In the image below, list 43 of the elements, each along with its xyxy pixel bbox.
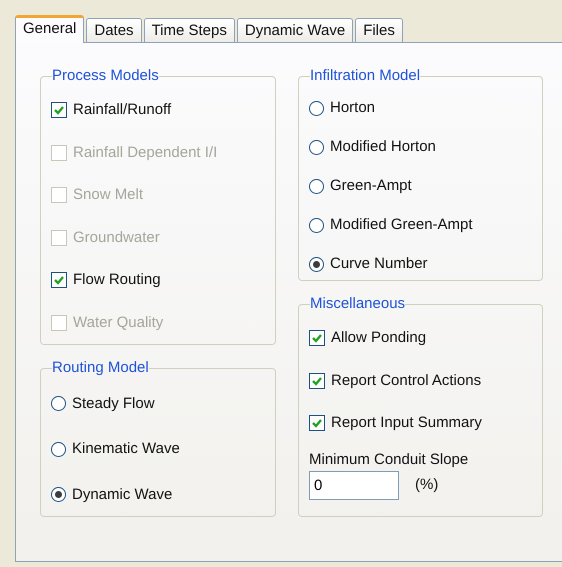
input-field[interactable]: 0 [309, 471, 399, 500]
radio-button[interactable] [51, 487, 66, 502]
checkbox-option[interactable]: Rainfall/Runoff [51, 89, 265, 132]
check-icon [311, 332, 323, 344]
check-icon [53, 104, 65, 116]
checkbox[interactable] [309, 372, 325, 389]
check-icon [311, 374, 323, 387]
radio-button[interactable] [51, 396, 66, 412]
radio-option[interactable]: Modified Horton [309, 128, 532, 167]
field-label: Minimum Conduit Slope [309, 450, 470, 470]
radio-option[interactable]: Dynamic Wave [51, 472, 265, 518]
radio-button[interactable] [309, 218, 324, 233]
radio-button[interactable] [309, 140, 324, 155]
radio-option[interactable]: Steady Flow [51, 381, 265, 426]
radio-option[interactable]: Green-Ampt [309, 167, 532, 206]
check-icon [53, 274, 65, 286]
checkbox[interactable] [51, 102, 67, 118]
radio-option[interactable]: Kinematic Wave [51, 426, 265, 472]
group-title: Process Models [52, 67, 159, 85]
radio-button[interactable] [309, 257, 324, 272]
tab[interactable]: General [15, 15, 84, 43]
radio-button[interactable] [309, 179, 324, 194]
radio-option[interactable]: Curve Number [309, 245, 532, 284]
checkbox-option[interactable]: Report Control Actions [309, 360, 532, 402]
checkbox[interactable] [51, 272, 67, 288]
radio-button[interactable] [309, 101, 324, 116]
checkbox[interactable] [309, 330, 325, 346]
tab[interactable]: Dynamic Wave [236, 18, 354, 42]
checkbox[interactable] [309, 415, 325, 432]
tab[interactable]: Dates [86, 18, 142, 42]
unit-label: (%) [415, 475, 438, 496]
group-title: Miscellaneous [310, 295, 406, 313]
checkbox-option[interactable]: Allow Ponding [309, 317, 532, 360]
tab[interactable]: Time Steps [144, 18, 235, 42]
check-icon [311, 417, 323, 430]
radio-button[interactable] [51, 442, 66, 457]
checkbox-option[interactable]: Report Input Summary [309, 402, 532, 444]
radio-option[interactable]: Modified Green-Ampt [309, 206, 532, 245]
checkbox-option[interactable]: Flow Routing [51, 259, 265, 302]
group-title: Infiltration Model [310, 67, 420, 85]
tab[interactable]: Files [355, 18, 403, 42]
radio-option[interactable]: Horton [309, 89, 532, 128]
group-title: Routing Model [52, 359, 149, 377]
